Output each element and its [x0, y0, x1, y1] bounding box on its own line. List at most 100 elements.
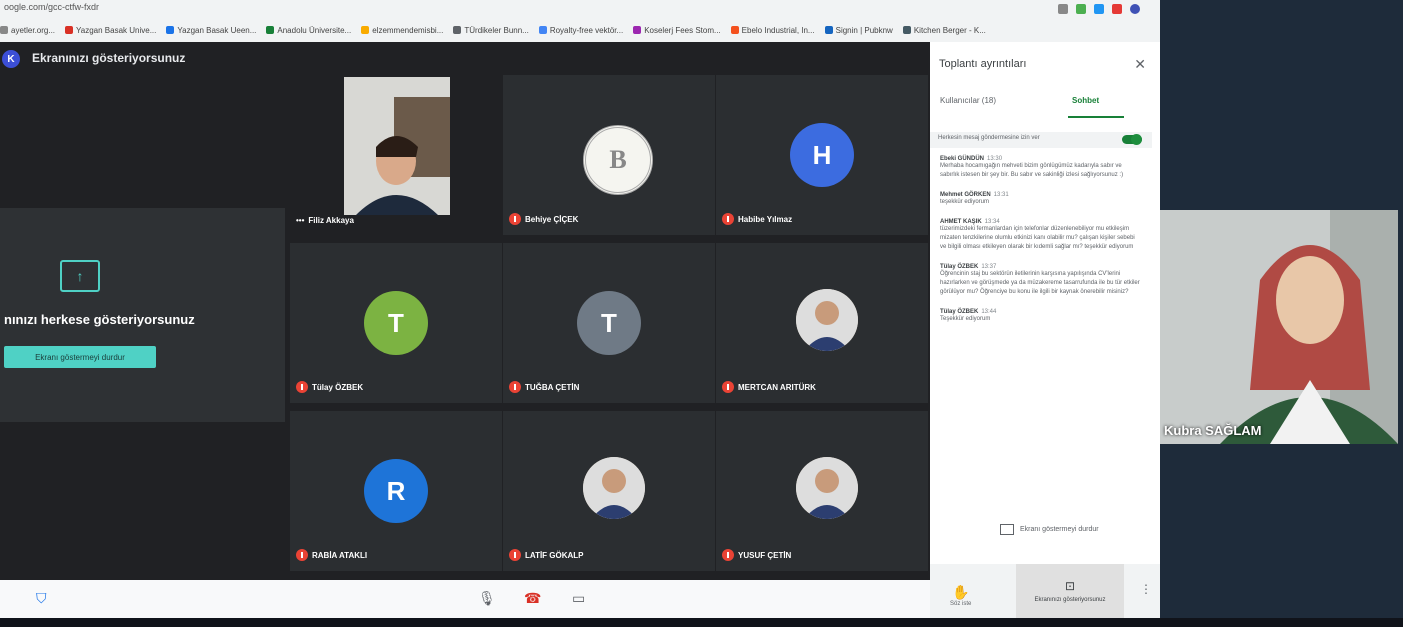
toggle-label: Herkesin mesaj göndermesine izin ver: [938, 135, 1040, 141]
participant-avatar: H: [790, 123, 854, 187]
bookmark-item[interactable]: Yazgan Basak Ueen...: [166, 26, 256, 35]
participant-video: [344, 77, 450, 215]
more-options-icon[interactable]: ⋮: [1140, 582, 1152, 596]
mic-off-icon: [509, 549, 521, 561]
panel-title: Toplantı ayrıntıları: [939, 58, 1027, 70]
bookmark-icon: [266, 26, 275, 34]
video-feed-person: [344, 77, 450, 215]
present-screen-icon: ↑: [60, 260, 100, 292]
participant-tile[interactable]: LATİF GÖKALP: [503, 411, 715, 571]
bookmark-label: Koselerj Fees Stom...: [644, 25, 721, 35]
bookmark-label: Anadolu Üniversite...: [277, 25, 352, 35]
message-body: teşekkür ediyorum: [940, 199, 990, 205]
bookmark-label: Yazgan Basak Unive...: [76, 25, 157, 35]
bookmark-label: Kitchen Berger - K...: [913, 25, 986, 35]
participant-tile[interactable]: B Behiye ÇİÇEK: [503, 75, 715, 235]
participant-tile[interactable]: MERTCAN ARITÜRK: [716, 243, 928, 403]
message-body: Merhaba hocamıgağın mehveti bizim gönlüg…: [940, 163, 1124, 178]
participant-photo: [583, 457, 645, 519]
close-icon[interactable]: ✕: [1134, 56, 1146, 73]
ext-icon[interactable]: [1076, 4, 1086, 14]
url-text[interactable]: oogle.com/gcc-ctfw-fxdr: [4, 2, 99, 12]
tab-chat[interactable]: Sohbet: [1072, 96, 1099, 105]
present-screen-icon: ⊡: [1064, 579, 1076, 593]
participant-tile[interactable]: T Tülay ÖZBEK: [290, 243, 502, 403]
participant-name: ••• Filiz Akkaya: [296, 216, 354, 225]
bookmark-item[interactable]: TÜrdikeler Bunn...: [453, 26, 529, 35]
participant-name: RABİA ATAKLI: [296, 549, 367, 561]
share-panel: ↑ nınızı herkese gösteriyorsunuz Ekranı …: [0, 208, 285, 422]
participant-name-label: RABİA ATAKLI: [312, 550, 368, 560]
participant-tile[interactable]: YUSUF ÇETİN: [716, 411, 928, 571]
message-time: 13:31: [993, 192, 1009, 198]
mic-off-icon: [509, 213, 521, 225]
bookmark-item[interactable]: Koselerj Fees Stom...: [633, 25, 721, 35]
bookmark-item[interactable]: Signin | Pubknw: [824, 26, 893, 35]
hand-icon: ✋: [951, 584, 970, 600]
bookmark-label: Yazgan Basak Ueen...: [177, 25, 257, 35]
participant-avatar: T: [577, 291, 641, 355]
ext-icon[interactable]: [1058, 4, 1068, 14]
present-now-button[interactable]: ⊡ Ekranınızı gösteriyorsunuz: [1016, 564, 1124, 618]
participant-name-label: LATİF GÖKALP: [525, 550, 584, 560]
bookmark-item[interactable]: ayetler.org...: [0, 26, 55, 35]
profile-icon[interactable]: [1130, 4, 1140, 14]
browser-bar: oogle.com/gcc-ctfw-fxdr ayetler.org... Ya…: [0, 0, 1160, 43]
participant-avatar: T: [364, 291, 428, 355]
participant-logo: B: [583, 125, 653, 195]
ext-icon[interactable]: [1094, 4, 1104, 14]
mic-off-icon: [296, 381, 308, 393]
message-body: tüzerimizdeki fermanlardan için telefonl…: [940, 226, 1135, 250]
bookmark-icon: [0, 26, 8, 34]
self-view-name: Kubra SAĞLAM: [1164, 423, 1262, 438]
bookmark-icon: [453, 26, 462, 34]
hangup-icon[interactable]: ☎: [524, 590, 541, 607]
bookmark-item[interactable]: Kitchen Berger - K...: [902, 25, 986, 35]
extension-icons: [1058, 4, 1140, 14]
presenting-banner: K Ekranınızı gösteriyorsunuz: [0, 42, 930, 72]
mic-off-icon: [722, 381, 734, 393]
raise-hand-button[interactable]: ✋ Söz iste: [950, 584, 971, 607]
side-stop-share[interactable]: Ekranı göstermeyi durdur: [1000, 524, 1099, 535]
participant-name-label: TUĞBA ÇETİN: [525, 382, 580, 392]
participant-name-label: YUSUF ÇETİN: [738, 550, 792, 560]
bookmark-label: ayetler.org...: [11, 25, 56, 35]
more-icon[interactable]: •••: [296, 216, 304, 225]
participant-tile[interactable]: H Habibe Yılmaz: [716, 75, 928, 235]
participant-name-label: Tülay ÖZBEK: [312, 382, 364, 392]
bookmark-icon: [824, 26, 833, 34]
bookmark-item[interactable]: Ebelo Industrial, In...: [730, 26, 815, 35]
profile-photo-icon: [796, 289, 858, 351]
bookmark-item[interactable]: Anadolu Üniversite...: [266, 26, 351, 35]
meeting-details-panel: Toplantı ayrıntıları ✕ Kullanıcılar (18)…: [930, 42, 1160, 618]
participant-name: LATİF GÖKALP: [509, 549, 584, 561]
presenting-title: Ekranınızı gösteriyorsunuz: [32, 51, 186, 65]
tab-indicator: [1068, 116, 1124, 118]
participant-name: Habibe Yılmaz: [722, 213, 792, 225]
camera-icon[interactable]: ▭: [572, 590, 585, 607]
bookmark-item[interactable]: Yazgan Basak Unive...: [65, 26, 156, 35]
mic-off-icon: [296, 549, 308, 561]
mic-icon[interactable]: 🎙: [478, 590, 496, 607]
avatar: K: [2, 50, 20, 68]
bookmark-icon: [730, 26, 739, 34]
participant-name-label: MERTCAN ARITÜRK: [738, 382, 816, 392]
mic-off-icon: [722, 213, 734, 225]
bookmark-item[interactable]: Royalty-free vektör...: [538, 26, 623, 35]
bookmark-icon: [166, 26, 175, 34]
bookmark-item[interactable]: elzemmendemisbi...: [361, 26, 443, 35]
tab-people[interactable]: Kullanıcılar (18): [940, 96, 996, 105]
monitor-screen: oogle.com/gcc-ctfw-fxdr ayetler.org... Ya…: [0, 0, 1160, 618]
ext-icon[interactable]: [1112, 4, 1122, 14]
participant-tile[interactable]: ••• Filiz Akkaya: [290, 75, 502, 235]
participant-photo: [796, 289, 858, 351]
participant-photo: [796, 457, 858, 519]
stop-presenting-button[interactable]: Ekranı göstermeyi durdur: [4, 346, 156, 368]
participant-tile[interactable]: T TUĞBA ÇETİN: [503, 243, 715, 403]
chat-message: AHMET KAŞIK 13:34 tüzerimizdeki fermanlard…: [940, 219, 1140, 252]
mic-off-icon: [509, 381, 521, 393]
self-view-video: Kubra SAĞLAM: [1160, 210, 1398, 444]
chat-toggle[interactable]: [1122, 134, 1142, 145]
participant-tile[interactable]: R RABİA ATAKLI: [290, 411, 502, 571]
shield-icon[interactable]: ⛉: [36, 590, 47, 607]
